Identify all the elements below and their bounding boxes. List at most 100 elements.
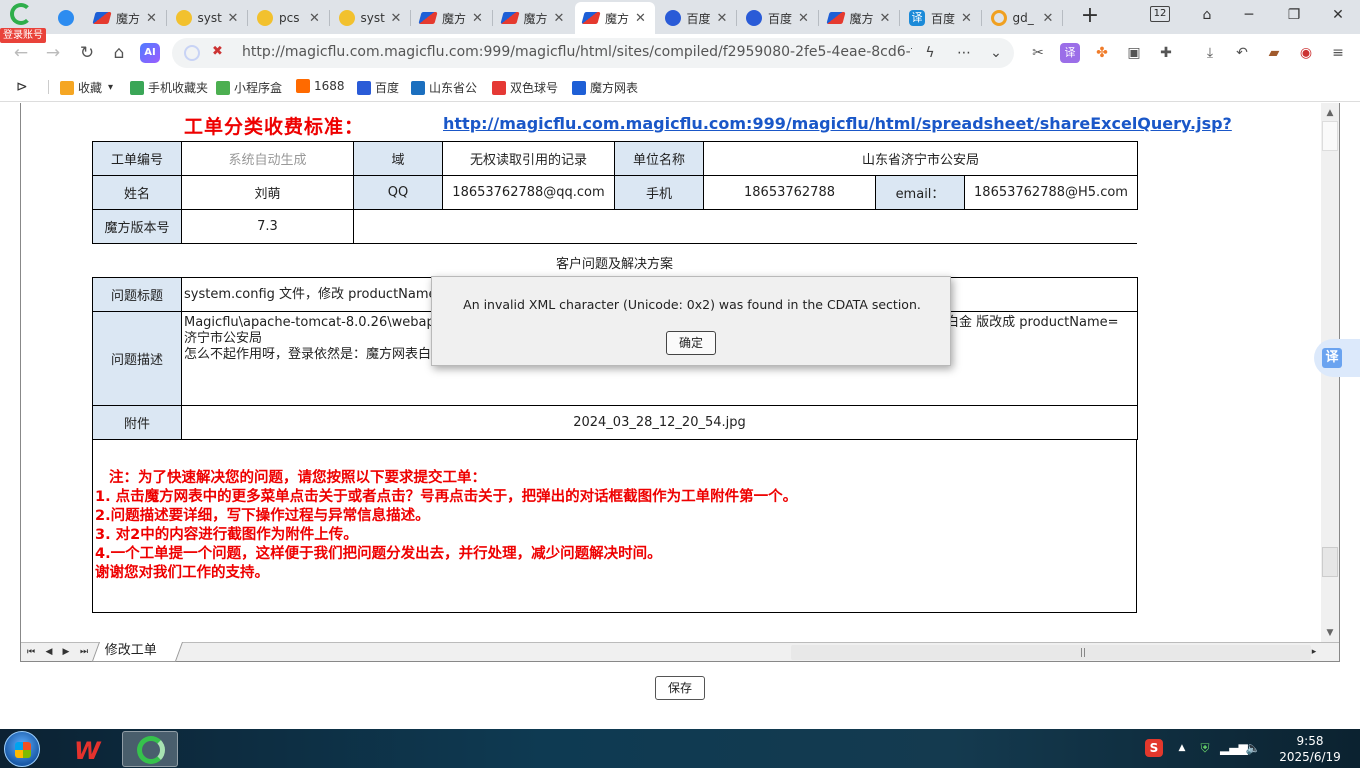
tab-menu-icon[interactable]: ⌂ xyxy=(1192,4,1222,28)
close-tab-icon[interactable]: ✕ xyxy=(1040,11,1056,26)
bookmark-item[interactable]: 手机收藏夹 xyxy=(130,79,208,96)
reload-button[interactable]: ↻ xyxy=(76,42,98,64)
share-query-link[interactable]: http://magicflu.com.magicflu.com:999/mag… xyxy=(443,114,1232,133)
undo-icon[interactable]: ↶ xyxy=(1232,43,1252,63)
chevron-down-icon[interactable]: ▾ xyxy=(108,82,113,93)
browser-logo-icon[interactable] xyxy=(4,3,34,31)
tray-expand-icon[interactable]: ▲ xyxy=(1173,739,1191,757)
translate-icon: 译 xyxy=(909,10,925,26)
back-button[interactable]: ← xyxy=(10,42,32,64)
ok-button[interactable]: 确定 xyxy=(666,331,716,355)
qq-value[interactable]: 18653762788@qq.com xyxy=(442,175,615,210)
volume-icon[interactable]: 🔈 xyxy=(1244,739,1262,757)
phone-value[interactable]: 18653762788 xyxy=(703,175,876,210)
last-sheet-icon[interactable]: ⏭ xyxy=(77,645,91,659)
browser-tab[interactable]: 百度 ✕ xyxy=(738,4,818,32)
scroll-down-icon[interactable]: ▼ xyxy=(1321,625,1339,641)
lightning-icon[interactable]: ϟ xyxy=(920,43,940,63)
bookmark-item[interactable]: 收藏 ▾ xyxy=(60,79,113,96)
screen-icon[interactable]: ▣ xyxy=(1124,43,1144,63)
tab-title: 魔方 xyxy=(116,11,141,26)
close-tab-icon[interactable]: ✕ xyxy=(144,11,160,26)
address-bar[interactable]: ✖ http://magicflu.com.magicflu.com:999/m… xyxy=(172,38,1014,68)
browser-tab[interactable]: gd_ ✕ xyxy=(983,4,1063,32)
close-tab-icon[interactable]: ✕ xyxy=(470,11,486,26)
save-button[interactable]: 保存 xyxy=(655,676,705,700)
browser-tab[interactable]: pcs ✕ xyxy=(249,4,329,32)
browser-tab[interactable]: 魔方 ✕ xyxy=(86,4,166,32)
page-translate-button[interactable]: 译 xyxy=(1314,339,1360,377)
bookmark-item[interactable]: 小程序盒 xyxy=(216,79,282,96)
bookmark-item[interactable]: 魔方网表 xyxy=(572,79,638,96)
site-info-icon[interactable] xyxy=(184,45,200,61)
scissors-icon[interactable]: ✂ xyxy=(1028,43,1048,63)
bookmark-item[interactable]: 双色球号 xyxy=(492,79,558,96)
tab-title: 百度 xyxy=(686,11,711,26)
close-tab-icon[interactable]: ✕ xyxy=(959,11,975,26)
download-icon[interactable]: ⤓ xyxy=(1200,43,1220,63)
first-sheet-icon[interactable]: ⏮ xyxy=(24,645,38,659)
translate-ext-icon[interactable]: 译 xyxy=(1060,43,1080,63)
scroll-up-icon[interactable]: ▲ xyxy=(1321,105,1339,121)
bookmark-item[interactable]: 山东省公 xyxy=(411,79,477,96)
name-value[interactable]: 刘萌 xyxy=(181,175,354,210)
close-tab-icon[interactable]: ✕ xyxy=(633,11,649,26)
browser-tab[interactable]: syst ✕ xyxy=(168,4,248,32)
phone-icon xyxy=(130,80,144,95)
ticket-id-value[interactable]: 系统自动生成 xyxy=(181,141,354,176)
restore-button[interactable]: ❐ xyxy=(1279,4,1309,28)
close-tab-icon[interactable]: ✕ xyxy=(796,11,812,26)
browser-tab[interactable]: 魔方 ✕ xyxy=(494,4,574,32)
version-value[interactable]: 7.3 xyxy=(181,209,354,244)
briefcase-icon[interactable]: ▰ xyxy=(1264,43,1284,63)
url-text[interactable]: http://magicflu.com.magicflu.com:999/mag… xyxy=(242,44,912,60)
bookmark-item[interactable]: 1688 xyxy=(296,79,345,93)
new-tab-button[interactable]: + xyxy=(1080,5,1100,29)
close-tab-icon[interactable]: ✕ xyxy=(877,11,893,26)
browser-tab[interactable]: 魔方 ✕ xyxy=(820,4,900,32)
home-button[interactable]: ⌂ xyxy=(108,42,130,64)
clock[interactable]: 9:58 2025/6/19 xyxy=(1278,733,1342,765)
sheet-tab-edit-ticket[interactable]: 修改工单 xyxy=(91,642,183,662)
close-tab-icon[interactable]: ✕ xyxy=(307,11,323,26)
domain-value[interactable]: 无权读取引用的记录 xyxy=(442,141,615,176)
minimize-button[interactable]: ─ xyxy=(1234,4,1264,28)
next-sheet-icon[interactable]: ▶ xyxy=(59,645,73,659)
menu-icon[interactable]: ≡ xyxy=(1328,43,1348,63)
browser-tab[interactable]: 百度 ✕ xyxy=(657,4,737,32)
pinned-tab[interactable] xyxy=(50,4,80,32)
login-account-badge[interactable]: 登录账号 xyxy=(0,28,46,43)
wps-app-icon[interactable]: W xyxy=(62,731,118,767)
horizontal-scrollbar[interactable] xyxy=(791,645,1311,660)
start-button[interactable] xyxy=(4,731,40,767)
sogou-ime-icon[interactable]: S xyxy=(1145,739,1163,757)
tab-count-button[interactable]: 12 xyxy=(1150,6,1170,22)
more-icon[interactable]: ⋯ xyxy=(954,43,974,63)
browser-tab[interactable]: syst ✕ xyxy=(331,4,411,32)
attachment-value[interactable]: 2024_03_28_12_20_54.jpg xyxy=(181,405,1138,440)
scroll-right-icon[interactable]: ▸ xyxy=(1307,645,1321,659)
game-icon[interactable]: ✤ xyxy=(1092,43,1112,63)
browser-tab[interactable]: 译百度 ✕ xyxy=(901,4,981,32)
close-tab-icon[interactable]: ✕ xyxy=(225,11,241,26)
browser-tab[interactable]: 魔方 ✕ xyxy=(412,4,492,32)
prev-sheet-icon[interactable]: ◀ xyxy=(42,645,56,659)
unit-value[interactable]: 山东省济宁市公安局 xyxy=(703,141,1138,176)
not-secure-icon[interactable]: ✖ xyxy=(212,44,223,59)
email-value[interactable]: 18653762788@H5.com xyxy=(964,175,1138,210)
network-icon[interactable]: ▂▄▆ xyxy=(1220,739,1248,757)
sidebar-toggle-icon[interactable]: ⊳ xyxy=(16,79,28,95)
forward-button[interactable]: → xyxy=(42,42,64,64)
extensions-icon[interactable]: ✚ xyxy=(1156,43,1176,63)
close-window-button[interactable]: ✕ xyxy=(1323,4,1353,28)
browser-tab[interactable]: 魔方 ✕ xyxy=(575,2,655,34)
chevron-down-icon[interactable]: ⌄ xyxy=(986,43,1006,63)
bookmark-item[interactable]: 百度 xyxy=(357,79,399,96)
account-icon[interactable]: ◉ xyxy=(1296,43,1316,63)
security-shield-icon[interactable]: ⛨ xyxy=(1196,739,1214,757)
close-tab-icon[interactable]: ✕ xyxy=(388,11,404,26)
close-tab-icon[interactable]: ✕ xyxy=(714,11,730,26)
browser-app-icon[interactable] xyxy=(122,731,178,767)
close-tab-icon[interactable]: ✕ xyxy=(551,11,567,26)
ai-assistant-icon[interactable]: AI xyxy=(140,43,160,63)
